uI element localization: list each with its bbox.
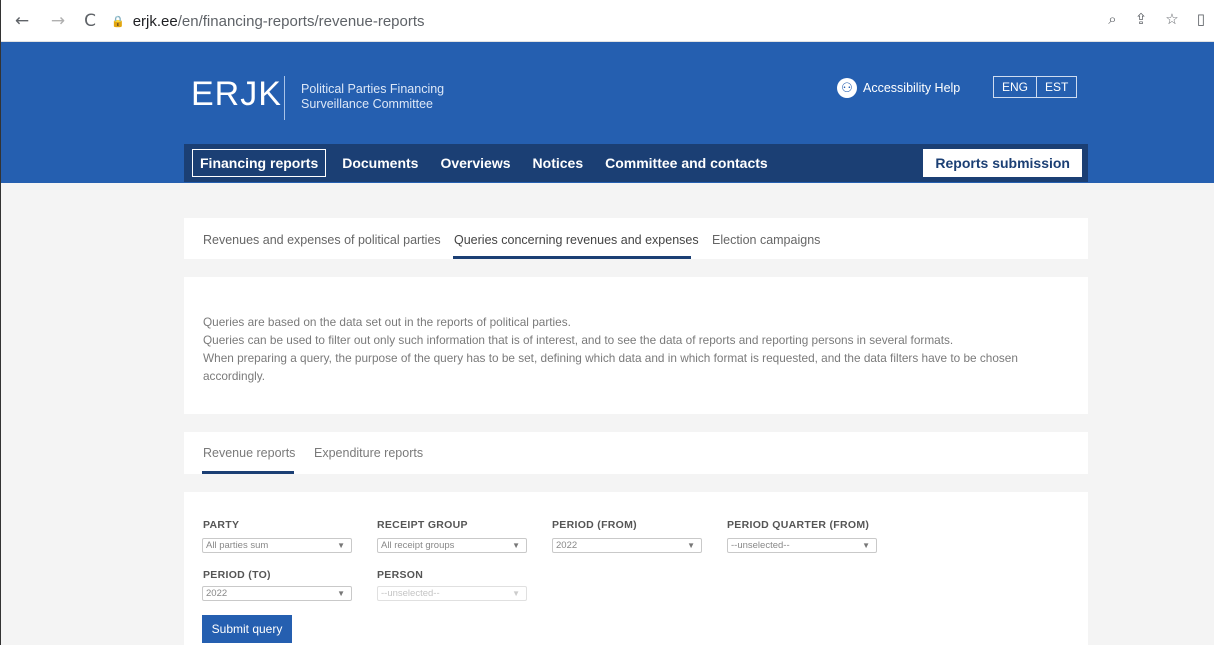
- forward-icon[interactable]: →: [47, 10, 69, 32]
- party-label: PARTY: [203, 519, 240, 531]
- url-host: erjk.ee: [132, 12, 178, 30]
- tab-queries[interactable]: Queries concerning revenues and expenses: [454, 233, 699, 247]
- person-select[interactable]: --unselected-- ▼: [377, 586, 527, 601]
- chevron-down-icon: ▼: [512, 589, 520, 598]
- address-bar[interactable]: 🔒 erjk.ee/en/financing-reports/revenue-r…: [111, 8, 1197, 34]
- nav-financing-reports[interactable]: Financing reports: [192, 149, 327, 177]
- section-tabs: Revenues and expenses of political parti…: [184, 218, 1088, 259]
- period-quarter-from-select[interactable]: --unselected-- ▼: [727, 538, 877, 553]
- page: ← → C 🔒 erjk.ee/en/financing-reports/rev…: [0, 0, 1214, 645]
- active-report-tab-indicator: [202, 471, 294, 474]
- person-label: PERSON: [377, 569, 424, 581]
- period-to-select[interactable]: 2022 ▼: [202, 586, 352, 601]
- nav-documents[interactable]: Documents: [342, 155, 418, 171]
- logo-divider: [284, 76, 285, 120]
- reload-icon[interactable]: C: [79, 10, 101, 32]
- nav-committee-contacts[interactable]: Committee and contacts: [605, 155, 768, 171]
- browser-toolbar: ← → C 🔒 erjk.ee/en/financing-reports/rev…: [1, 0, 1214, 42]
- chevron-down-icon: ▼: [337, 589, 345, 598]
- chevron-down-icon: ▼: [337, 541, 345, 550]
- reports-submission-button[interactable]: Reports submission: [923, 149, 1082, 177]
- main-nav: Financing reports Documents Overviews No…: [184, 144, 1088, 182]
- info-line-2: Queries can be used to filter out only s…: [203, 333, 954, 347]
- report-type-tabs: Revenue reports Expenditure reports: [184, 432, 1088, 474]
- receipt-group-label: RECEIPT GROUP: [377, 519, 468, 531]
- receipt-group-select[interactable]: All receipt groups ▼: [377, 538, 527, 553]
- party-select[interactable]: All parties sum ▼: [202, 538, 352, 553]
- period-from-select[interactable]: 2022 ▼: [552, 538, 702, 553]
- query-form: PARTY All parties sum ▼ RECEIPT GROUP All…: [184, 492, 1088, 645]
- language-switcher: ENG EST: [993, 76, 1078, 98]
- period-to-value: 2022: [206, 588, 228, 599]
- lock-icon: 🔒: [111, 15, 125, 28]
- period-from-label: PERIOD (FROM): [552, 519, 637, 531]
- logo-subtitle-line2: Surveillance Committee: [301, 97, 433, 111]
- active-tab-indicator: [453, 256, 691, 259]
- tab-revenues-expenses[interactable]: Revenues and expenses of political parti…: [203, 233, 441, 247]
- tab-revenue-reports[interactable]: Revenue reports: [203, 446, 295, 460]
- logo-subtitle-line1: Political Parties Financing: [301, 82, 445, 96]
- sidebar-icon[interactable]: ▯: [1197, 10, 1205, 28]
- nav-notices[interactable]: Notices: [533, 155, 584, 171]
- star-icon[interactable]: ☆: [1165, 10, 1178, 28]
- period-quarter-from-label: PERIOD QUARTER (FROM): [727, 519, 870, 531]
- chevron-down-icon: ▼: [687, 541, 695, 550]
- site-logo[interactable]: ERJK: [191, 75, 282, 114]
- party-value: All parties sum: [206, 540, 269, 551]
- accessibility-label: Accessibility Help: [863, 81, 961, 95]
- lang-est[interactable]: EST: [1036, 77, 1076, 97]
- accessibility-help-link[interactable]: ⚇ Accessibility Help: [837, 78, 960, 98]
- share-icon[interactable]: ⇪: [1135, 10, 1148, 28]
- submit-query-button[interactable]: Submit query: [202, 615, 292, 643]
- tab-expenditure-reports[interactable]: Expenditure reports: [314, 446, 423, 460]
- period-quarter-from-value: --unselected--: [731, 540, 790, 551]
- nav-overviews[interactable]: Overviews: [440, 155, 510, 171]
- url-path: /en/financing-reports/revenue-reports: [177, 12, 425, 30]
- zoom-icon[interactable]: ⌕: [1108, 10, 1116, 28]
- info-line-1: Queries are based on the data set out in…: [203, 315, 571, 329]
- period-to-label: PERIOD (TO): [203, 569, 271, 581]
- info-line-3: When preparing a query, the purpose of t…: [203, 351, 1018, 383]
- receipt-group-value: All receipt groups: [381, 540, 455, 551]
- tab-election-campaigns[interactable]: Election campaigns: [712, 233, 820, 247]
- accessibility-icon: ⚇: [837, 78, 857, 98]
- chevron-down-icon: ▼: [512, 541, 520, 550]
- lang-eng[interactable]: ENG: [994, 77, 1036, 97]
- info-card: Queries are based on the data set out in…: [184, 277, 1088, 414]
- person-value: --unselected--: [381, 588, 440, 599]
- back-icon[interactable]: ←: [11, 10, 33, 32]
- chevron-down-icon: ▼: [862, 541, 870, 550]
- logo-subtitle: Political Parties Financing Surveillance…: [301, 82, 444, 112]
- period-from-value: 2022: [556, 540, 578, 551]
